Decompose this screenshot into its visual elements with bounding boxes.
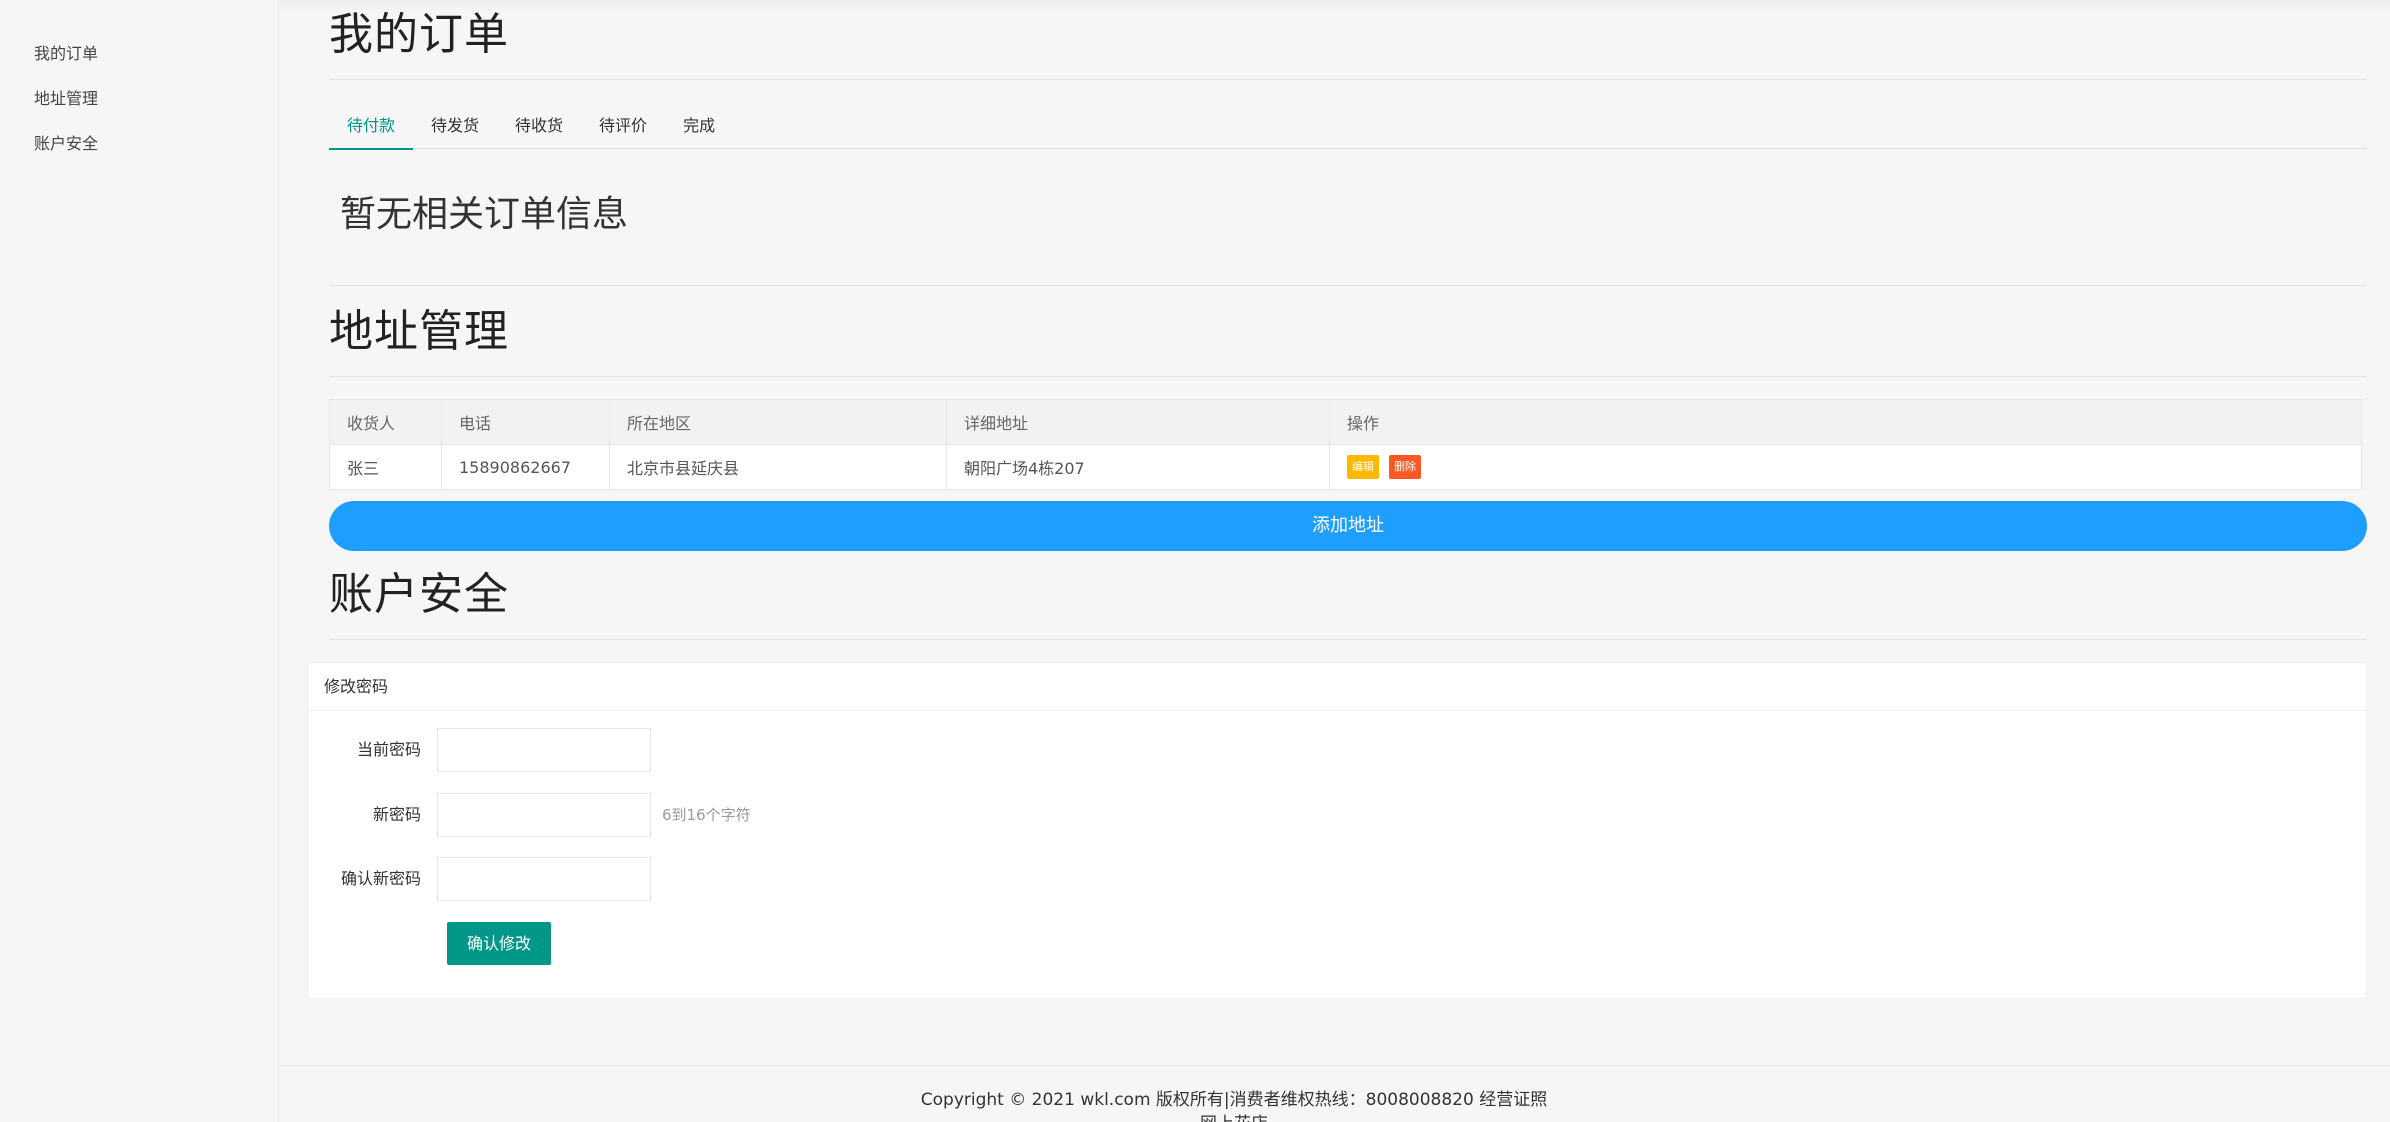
address-table: 收货人 电话 所在地区 详细地址 操作 张三 15890862667 北京市县延… bbox=[329, 399, 2362, 490]
cell-region: 北京市县延庆县 bbox=[609, 444, 947, 490]
main-content: 我的订单 待付款 待发货 待收货 待评价 完成 暂无相关订单信息 地址管理 收货… bbox=[280, 0, 2390, 1122]
sidebar-item-orders[interactable]: 我的订单 bbox=[0, 38, 278, 83]
app-root: 我的订单 地址管理 账户安全 我的订单 待付款 待发货 待收货 待评价 完成 暂… bbox=[0, 0, 2390, 1122]
change-password-card: 修改密码 当前密码 新密码 6到16个字符 确认新密码 确认修改 bbox=[307, 662, 2367, 999]
cell-phone: 15890862667 bbox=[441, 444, 610, 490]
tab-pending-shipment[interactable]: 待发货 bbox=[413, 102, 497, 149]
tab-completed[interactable]: 完成 bbox=[665, 102, 733, 149]
current-password-input[interactable] bbox=[437, 728, 651, 772]
sidebar-item-security[interactable]: 账户安全 bbox=[0, 128, 278, 173]
confirm-password-label: 确认新密码 bbox=[340, 869, 421, 888]
sidebar: 我的订单 地址管理 账户安全 bbox=[0, 0, 279, 1122]
cell-receiver: 张三 bbox=[329, 444, 442, 490]
security-divider bbox=[329, 639, 2367, 640]
new-password-label: 新密码 bbox=[372, 805, 421, 824]
tab-pending-receipt[interactable]: 待收货 bbox=[497, 102, 581, 149]
sidebar-nav: 我的订单 地址管理 账户安全 bbox=[0, 0, 278, 173]
delete-address-button[interactable]: 删除 bbox=[1389, 455, 1421, 479]
address-table-header: 收货人 电话 所在地区 详细地址 操作 bbox=[329, 399, 2362, 445]
current-password-row: 当前密码 bbox=[308, 728, 1508, 772]
orders-divider bbox=[329, 79, 2367, 80]
new-password-input[interactable] bbox=[437, 793, 651, 837]
column-header-actions: 操作 bbox=[1329, 399, 2362, 445]
order-tabs: 待付款 待发货 待收货 待评价 完成 bbox=[329, 102, 2367, 150]
confirm-password-row: 确认新密码 bbox=[308, 857, 1508, 901]
orders-title: 我的订单 bbox=[329, 9, 509, 60]
footer-shop-name: 网上花店 bbox=[280, 1112, 2188, 1122]
confirm-change-button[interactable]: 确认修改 bbox=[447, 922, 551, 965]
edit-address-button[interactable]: 编辑 bbox=[1347, 455, 1379, 479]
add-address-button[interactable]: 添加地址 bbox=[329, 501, 2367, 551]
table-row: 张三 15890862667 北京市县延庆县 朝阳广场4栋207 编辑 删除 bbox=[329, 444, 2362, 490]
tab-pending-payment[interactable]: 待付款 bbox=[329, 102, 414, 150]
orders-bottom-divider bbox=[329, 285, 2367, 286]
address-divider bbox=[329, 376, 2367, 377]
top-shade bbox=[280, 0, 2390, 14]
column-header-phone: 电话 bbox=[441, 399, 610, 445]
tab-pending-review[interactable]: 待评价 bbox=[581, 102, 665, 149]
column-header-region: 所在地区 bbox=[609, 399, 947, 445]
change-password-card-title: 修改密码 bbox=[308, 663, 2366, 711]
new-password-row: 新密码 6到16个字符 bbox=[308, 793, 1508, 837]
column-header-detail: 详细地址 bbox=[946, 399, 1330, 445]
orders-empty-message: 暂无相关订单信息 bbox=[340, 194, 629, 235]
confirm-password-input[interactable] bbox=[437, 857, 651, 901]
footer-divider bbox=[280, 1065, 2390, 1066]
column-header-receiver: 收货人 bbox=[329, 399, 442, 445]
sidebar-item-address[interactable]: 地址管理 bbox=[0, 83, 278, 128]
cell-actions: 编辑 删除 bbox=[1329, 444, 2362, 490]
current-password-label: 当前密码 bbox=[356, 740, 421, 759]
footer-copyright: Copyright © 2021 wkl.com 版权所有|消费者维权热线：80… bbox=[920, 1090, 1548, 1110]
new-password-hint: 6到16个字符 bbox=[662, 806, 751, 824]
security-title: 账户安全 bbox=[329, 569, 509, 620]
address-title: 地址管理 bbox=[329, 306, 509, 357]
cell-detail: 朝阳广场4栋207 bbox=[946, 444, 1330, 490]
